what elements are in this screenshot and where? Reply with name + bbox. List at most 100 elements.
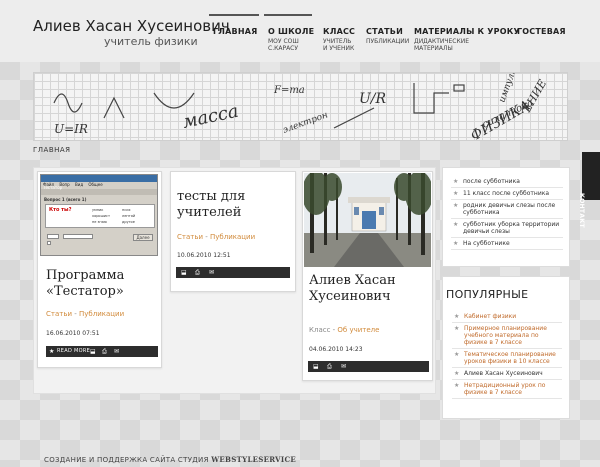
- list-item[interactable]: ★ На субботнике: [451, 238, 563, 250]
- print-icon[interactable]: ⎙: [327, 363, 332, 370]
- footer-text: СОЗДАНИЕ И ПОДДЕРЖКА САЙТА СТУДИЯ: [44, 456, 209, 464]
- input-stub: [47, 234, 59, 239]
- doodle-wave: [53, 93, 83, 113]
- list-item-label: после субботника: [463, 178, 520, 185]
- window-title: Тестатор: [43, 185, 63, 190]
- nav-item-guestbook[interactable]: ГОСТЕВАЯ: [513, 14, 567, 58]
- nav-sublabel: УЧИТЕЛЬ И УЧЕНИК: [323, 38, 354, 52]
- question-label: Вопрос 1 (всего 1): [44, 197, 87, 202]
- read-more-link[interactable]: READ MORE: [57, 348, 90, 354]
- article-title[interactable]: тесты для учителей: [177, 189, 289, 221]
- checkbox-stub: [47, 241, 51, 245]
- photo-roof: [348, 197, 390, 203]
- list-item-label: На субботнике: [463, 240, 510, 247]
- list-item-label: Алиев Хасан Хусеинович: [464, 370, 543, 377]
- breadcrumb[interactable]: ГЛАВНАЯ: [33, 146, 71, 154]
- pdf-icon[interactable]: ⬓: [181, 269, 187, 276]
- option: лентяй: [122, 214, 136, 218]
- article-card-teacher: Алиев Хасан Хусеинович Класс - Об учител…: [302, 171, 433, 381]
- banner-word: импульс: [497, 73, 520, 104]
- banner-word: электрон: [282, 110, 330, 136]
- category-separator: -: [203, 233, 210, 241]
- nav-sublabel-line: МОУ СОШ С.КАРАСУ: [268, 38, 299, 52]
- nav-sublabel-line: ПУБЛИКАЦИИ: [366, 38, 410, 45]
- star-icon: ★: [454, 382, 460, 389]
- article-category: Статьи - Публикации: [177, 233, 255, 241]
- email-icon[interactable]: ✉: [114, 348, 119, 355]
- doodle-resistor: [453, 84, 465, 92]
- category-sublink[interactable]: Об учителе: [337, 326, 379, 334]
- question-prompt: Кто ты?: [49, 207, 72, 213]
- window-titlebar: Тестатор: [41, 175, 157, 190]
- list-item[interactable]: ★ Алиев Хасан Хусеинович: [452, 368, 562, 380]
- category-link[interactable]: Класс: [309, 326, 330, 334]
- list-item-label: Примерное планирование учебного материал…: [464, 325, 547, 346]
- list-item-label: субботник уборка территории девичьи слез…: [463, 221, 560, 235]
- banner-word: масса: [181, 101, 241, 133]
- list-item[interactable]: ★ родник девичьи слезы после субботника: [451, 200, 563, 219]
- question-panel: Кто ты? умник псих хорошист лентяй не знаю…: [45, 204, 155, 228]
- article-image-testator[interactable]: Тестатор Файл Вопр Вид Общее Вопрос 1 (в…: [40, 174, 158, 256]
- contact-label: КОНТАКТ: [578, 193, 585, 228]
- star-icon: ★: [454, 325, 460, 332]
- pdf-icon[interactable]: ⬓: [313, 363, 319, 370]
- nav-item-class[interactable]: КЛАСС УЧИТЕЛЬ И УЧЕНИК: [319, 14, 359, 58]
- list-item-label: 11 класс после субботника: [463, 190, 550, 197]
- option: псих: [122, 208, 131, 212]
- window-bottom-controls: Далее: [45, 233, 155, 247]
- list-item[interactable]: ★ Тематическое планирование уроков физики…: [452, 349, 562, 368]
- article-category: Класс - Об учителе: [309, 326, 379, 334]
- article-card-tests: тесты для учителей Статьи - Публикации 1…: [170, 171, 296, 292]
- category-separator: -: [72, 310, 79, 318]
- article-toolbar: ⬓ ⎙ ✉: [176, 267, 290, 278]
- list-item[interactable]: ★ 11 класс после субботника: [451, 188, 563, 200]
- banner-word: ЕНИЕ: [520, 77, 549, 115]
- article-image-school[interactable]: [304, 173, 431, 267]
- nav-item-articles[interactable]: СТАТЬИ ПУБЛИКАЦИИ: [362, 14, 412, 58]
- pdf-icon[interactable]: ⬓: [90, 348, 96, 355]
- site-title[interactable]: Алиев Хасан Хусеинович: [33, 17, 230, 35]
- list-item[interactable]: ★ Кабинет физики: [452, 311, 562, 323]
- footer-studio-link[interactable]: WEBSTYLESERVICE: [211, 455, 296, 464]
- contact-tab[interactable]: КОНТАКТ: [578, 152, 600, 228]
- email-icon[interactable]: ✉: [209, 269, 214, 276]
- star-icon[interactable]: ★: [49, 348, 54, 355]
- category-link[interactable]: Статьи: [177, 233, 203, 241]
- doodle-peak: [103, 96, 125, 119]
- nav-sublabel: МОУ СОШ С.КАРАСУ: [268, 38, 299, 52]
- nav-label: ГЛАВНАЯ: [213, 27, 258, 36]
- article-title[interactable]: Программа «Тестатор»: [46, 268, 158, 300]
- list-item-label: родник девичьи слезы после субботника: [463, 202, 556, 216]
- nav-sublabel-line: УЧИТЕЛЬ И УЧЕНИК: [323, 38, 355, 52]
- category-link[interactable]: Статьи: [46, 310, 72, 318]
- nav-label: КЛАСС: [323, 27, 356, 36]
- print-icon[interactable]: ⎙: [195, 269, 200, 276]
- nav-item-school[interactable]: О ШКОЛЕ МОУ СОШ С.КАРАСУ: [264, 14, 315, 58]
- article-title[interactable]: Алиев Хасан Хусеинович: [309, 273, 429, 305]
- option-list: умник псих хорошист лентяй не знаю другое: [92, 207, 154, 225]
- nav-item-materials[interactable]: МАТЕРИАЛЫ К УРОКУ ДИДАКТИЧЕСКИЕ МАТЕРИАЛ…: [410, 14, 520, 58]
- nav-label: СТАТЬИ: [366, 27, 403, 36]
- option: не знаю: [92, 220, 107, 224]
- category-sublink[interactable]: Публикации: [210, 233, 255, 241]
- article-card-testator: Тестатор Файл Вопр Вид Общее Вопрос 1 (в…: [37, 171, 162, 368]
- banner-word: U=IR: [54, 122, 88, 136]
- nav-label: ГОСТЕВАЯ: [517, 27, 566, 36]
- star-icon: ★: [453, 221, 459, 228]
- list-item[interactable]: ★ субботник уборка территории девичьи сле…: [451, 219, 563, 238]
- article-toolbar: ★ READ MORE ⬓ ⎙ ✉: [46, 346, 158, 357]
- nav-item-home[interactable]: ГЛАВНАЯ: [209, 14, 259, 58]
- article-date: 16.06.2010 07:51: [46, 330, 100, 337]
- email-icon[interactable]: ✉: [341, 363, 346, 370]
- list-item[interactable]: ★ Примерное планирование учебного материа…: [452, 323, 562, 349]
- recent-list: ★ после субботника ★ 11 класс после суббот…: [451, 176, 563, 250]
- next-button: Далее: [133, 234, 153, 241]
- banner-word: F=ma: [273, 85, 305, 96]
- list-item[interactable]: ★ после субботника: [451, 176, 563, 188]
- list-item[interactable]: ★ Нетрадиционный урок по физике в 7 класс…: [452, 380, 562, 399]
- category-sublink[interactable]: Публикации: [79, 310, 124, 318]
- print-icon[interactable]: ⎙: [102, 348, 107, 355]
- article-toolbar: ⬓ ⎙ ✉: [308, 361, 429, 372]
- doodle-vector: [333, 107, 375, 129]
- nav-label: О ШКОЛЕ: [268, 27, 315, 36]
